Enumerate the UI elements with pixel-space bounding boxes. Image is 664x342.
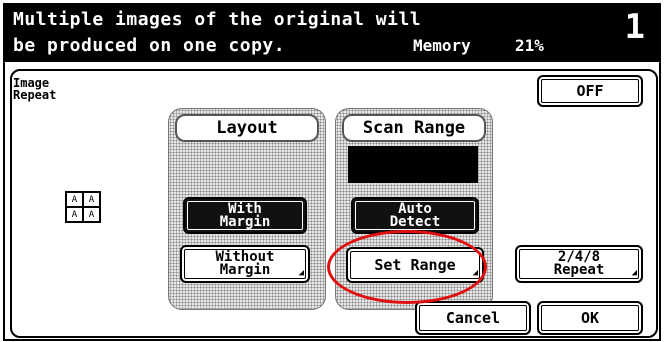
with-margin-button[interactable]: With Margin (183, 197, 307, 234)
off-button[interactable]: OFF (537, 75, 643, 107)
auto-detect-button[interactable]: Auto Detect (351, 197, 479, 234)
icon-cell: A (66, 207, 83, 222)
ok-label: OK (580, 308, 600, 327)
settings-panel (10, 69, 658, 338)
icon-cell: A (66, 192, 83, 207)
repeat-label: 2/4/8 Repeat (553, 249, 605, 278)
layout-header: Layout (175, 114, 319, 142)
message-bar: Multiple images of the original will be … (5, 5, 659, 62)
highlight-ellipse (327, 230, 487, 304)
layout-title: Layout (216, 118, 278, 138)
cancel-button[interactable]: Cancel (415, 301, 531, 335)
corner-mark-icon: ◢ (298, 268, 304, 278)
icon-cell: A (83, 192, 100, 207)
function-title: Image Repeat (13, 76, 57, 102)
copy-count: 1 (624, 7, 645, 47)
cancel-label: Cancel (445, 308, 501, 327)
image-repeat-icon: A A A A (65, 191, 101, 223)
copier-screen: Multiple images of the original will be … (3, 3, 661, 341)
ok-button[interactable]: OK (537, 301, 643, 335)
message-line-1: Multiple images of the original will (13, 9, 422, 30)
scan-range-display (348, 146, 478, 183)
scan-range-title: Scan Range (362, 118, 466, 138)
with-margin-label: With Margin (219, 200, 271, 230)
auto-detect-label: Auto Detect (389, 200, 441, 230)
without-margin-label: Without Margin (215, 249, 275, 278)
message-line-2: be produced on one copy. (13, 35, 286, 56)
repeat-button[interactable]: 2/4/8 Repeat ◢ (515, 245, 643, 283)
memory-label: Memory (413, 36, 471, 55)
memory-value: 21% (515, 36, 544, 55)
without-margin-button[interactable]: Without Margin ◢ (180, 245, 310, 283)
corner-mark-icon: ◢ (631, 268, 637, 278)
scan-range-header: Scan Range (342, 114, 486, 142)
icon-cell: A (83, 207, 100, 222)
off-button-label: OFF (576, 81, 604, 100)
